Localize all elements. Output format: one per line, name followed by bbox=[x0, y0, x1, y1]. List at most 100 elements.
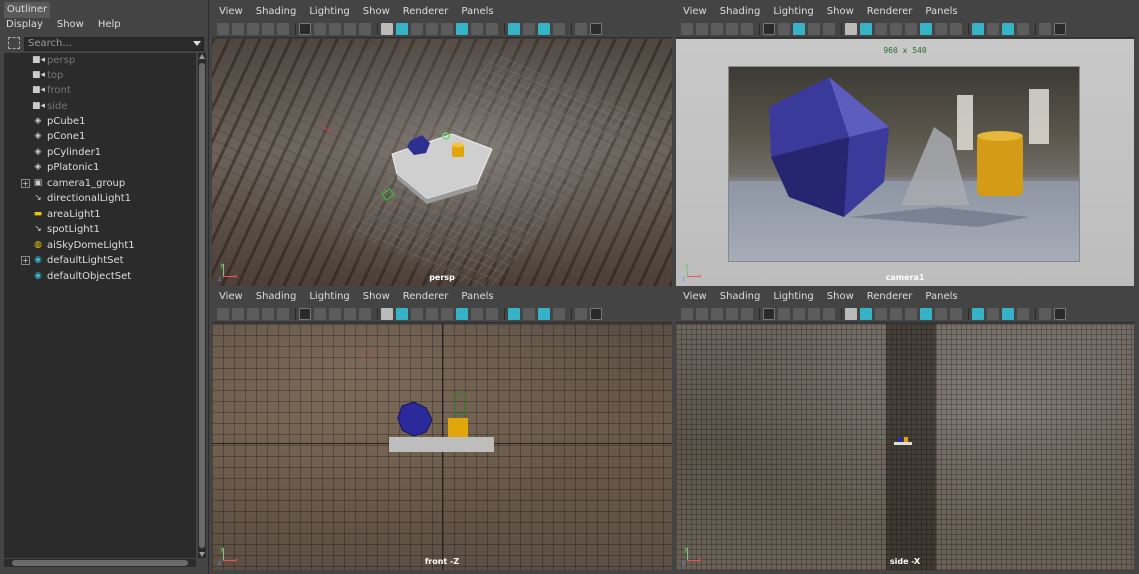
camera-attributes-icon[interactable] bbox=[711, 22, 723, 35]
wireframe-icon[interactable] bbox=[845, 307, 857, 320]
menu-shading[interactable]: Shading bbox=[256, 4, 297, 20]
use-all-lights-icon[interactable] bbox=[920, 22, 932, 35]
isolate-select-icon[interactable] bbox=[972, 307, 984, 320]
outliner-item-spotlight1[interactable]: ↘ spotLight1 bbox=[4, 222, 196, 237]
xray-joints-icon[interactable] bbox=[1002, 307, 1014, 320]
menu-show[interactable]: Show bbox=[363, 4, 390, 20]
gate-mask-icon[interactable] bbox=[808, 22, 820, 35]
menu-shading[interactable]: Shading bbox=[720, 289, 761, 305]
shadows-icon[interactable] bbox=[935, 22, 947, 35]
viewport-canvas-persp[interactable]: y x z persp bbox=[212, 39, 672, 286]
image-plane-icon[interactable] bbox=[277, 22, 289, 35]
textured-icon[interactable] bbox=[441, 22, 453, 35]
bookmark-icon[interactable] bbox=[262, 22, 274, 35]
outliner-item-persp[interactable]: ■◂ persp bbox=[4, 53, 196, 68]
xray-joints-icon[interactable] bbox=[538, 22, 550, 35]
outliner-item-pplatonic1[interactable]: ◈ pPlatonic1 bbox=[4, 160, 196, 175]
menu-view[interactable]: View bbox=[219, 289, 243, 305]
xray-components-icon[interactable] bbox=[553, 22, 565, 35]
outliner-menu-help[interactable]: Help bbox=[98, 18, 121, 32]
scrollbar-thumb[interactable] bbox=[199, 63, 205, 548]
textured-icon[interactable] bbox=[905, 22, 917, 35]
exposure-icon[interactable] bbox=[590, 22, 602, 35]
menu-shading[interactable]: Shading bbox=[720, 4, 761, 20]
bookmark-icon[interactable] bbox=[726, 22, 738, 35]
textured-icon[interactable] bbox=[905, 307, 917, 320]
shadows-icon[interactable] bbox=[935, 307, 947, 320]
camera-lock-icon[interactable] bbox=[696, 307, 708, 320]
menu-lighting[interactable]: Lighting bbox=[309, 4, 349, 20]
xray-icon[interactable] bbox=[523, 307, 535, 320]
side-cylinder[interactable] bbox=[904, 437, 908, 442]
gamma-icon[interactable] bbox=[575, 22, 587, 35]
menu-renderer[interactable]: Renderer bbox=[867, 4, 913, 20]
scrollbar-thumb[interactable] bbox=[12, 560, 188, 566]
outliner-vertical-scrollbar[interactable] bbox=[198, 53, 206, 558]
menu-view[interactable]: View bbox=[683, 4, 707, 20]
resolution-gate-icon[interactable] bbox=[793, 307, 805, 320]
default-material-icon[interactable] bbox=[411, 22, 423, 35]
film-gate-icon[interactable] bbox=[314, 307, 326, 320]
menu-panels[interactable]: Panels bbox=[461, 289, 493, 305]
default-material-icon[interactable] bbox=[875, 307, 887, 320]
front-platonic[interactable] bbox=[397, 401, 433, 437]
viewport-canvas-front[interactable]: y x z front -Z bbox=[212, 324, 672, 570]
viewport-canvas-side[interactable]: y x z side -X bbox=[676, 324, 1134, 570]
film-gate-icon[interactable] bbox=[778, 22, 790, 35]
expand-icon[interactable]: + bbox=[21, 179, 30, 188]
outliner-item-aiskydomelight1[interactable]: ◍ aiSkyDomeLight1 bbox=[4, 238, 196, 253]
menu-view[interactable]: View bbox=[219, 4, 243, 20]
gate-mask-icon[interactable] bbox=[344, 307, 356, 320]
side-platonic[interactable] bbox=[898, 437, 902, 442]
outliner-item-side[interactable]: ■◂ side bbox=[4, 99, 196, 114]
front-camera-locator[interactable] bbox=[454, 393, 466, 415]
menu-panels[interactable]: Panels bbox=[925, 4, 957, 20]
outliner-item-defaultlightset[interactable]: + ◉ defaultLightSet bbox=[4, 253, 196, 268]
camera-glass-cone[interactable] bbox=[901, 127, 969, 205]
menu-renderer[interactable]: Renderer bbox=[867, 289, 913, 305]
shadows-icon[interactable] bbox=[471, 22, 483, 35]
front-cylinder[interactable] bbox=[448, 418, 468, 437]
outliner-item-pcone1[interactable]: ◈ pCone1 bbox=[4, 129, 196, 144]
outliner-item-pcube1[interactable]: ◈ pCube1 bbox=[4, 114, 196, 129]
exposure-icon[interactable] bbox=[1054, 307, 1066, 320]
default-material-icon[interactable] bbox=[875, 22, 887, 35]
gamma-icon[interactable] bbox=[1039, 22, 1051, 35]
camera-lock-icon[interactable] bbox=[232, 307, 244, 320]
persp-spotlight-locator[interactable] bbox=[321, 126, 333, 133]
field-chart-icon[interactable] bbox=[823, 307, 835, 320]
scroll-down-icon[interactable] bbox=[199, 552, 205, 557]
front-spotlight-locator[interactable] bbox=[361, 348, 373, 360]
expand-icon[interactable]: + bbox=[21, 256, 30, 265]
outliner-item-defaultobjectset[interactable]: ◉ defaultObjectSet bbox=[4, 269, 196, 284]
search-dropdown-icon[interactable] bbox=[193, 41, 201, 46]
outliner-item-directionallight1[interactable]: ↘ directionalLight1 bbox=[4, 191, 196, 206]
gamma-icon[interactable] bbox=[1039, 307, 1051, 320]
wireframe-on-shaded-icon[interactable] bbox=[890, 22, 902, 35]
persp-camera-locator[interactable] bbox=[381, 188, 395, 201]
bookmark-icon[interactable] bbox=[262, 307, 274, 320]
filter-icon[interactable] bbox=[8, 37, 20, 49]
wireframe-on-shaded-icon[interactable] bbox=[890, 307, 902, 320]
camera-lock-icon[interactable] bbox=[696, 22, 708, 35]
menu-view[interactable]: View bbox=[683, 289, 707, 305]
exposure-icon[interactable] bbox=[590, 307, 602, 320]
outliner-menu-display[interactable]: Display bbox=[6, 18, 43, 32]
xray-joints-icon[interactable] bbox=[1002, 22, 1014, 35]
smooth-shade-icon[interactable] bbox=[860, 307, 872, 320]
smooth-shade-icon[interactable] bbox=[860, 22, 872, 35]
wireframe-on-shaded-icon[interactable] bbox=[426, 307, 438, 320]
menu-lighting[interactable]: Lighting bbox=[773, 289, 813, 305]
camera-cylinder[interactable] bbox=[977, 134, 1023, 196]
isolate-select-icon[interactable] bbox=[508, 22, 520, 35]
menu-panels[interactable]: Panels bbox=[925, 289, 957, 305]
menu-show[interactable]: Show bbox=[363, 289, 390, 305]
resolution-gate-icon[interactable] bbox=[793, 22, 805, 35]
bookmark-icon[interactable] bbox=[726, 307, 738, 320]
xray-joints-icon[interactable] bbox=[538, 307, 550, 320]
wireframe-icon[interactable] bbox=[381, 307, 393, 320]
gate-mask-icon[interactable] bbox=[808, 307, 820, 320]
camera-select-icon[interactable] bbox=[217, 307, 229, 320]
grid-icon[interactable] bbox=[763, 307, 775, 320]
camera-select-icon[interactable] bbox=[217, 22, 229, 35]
